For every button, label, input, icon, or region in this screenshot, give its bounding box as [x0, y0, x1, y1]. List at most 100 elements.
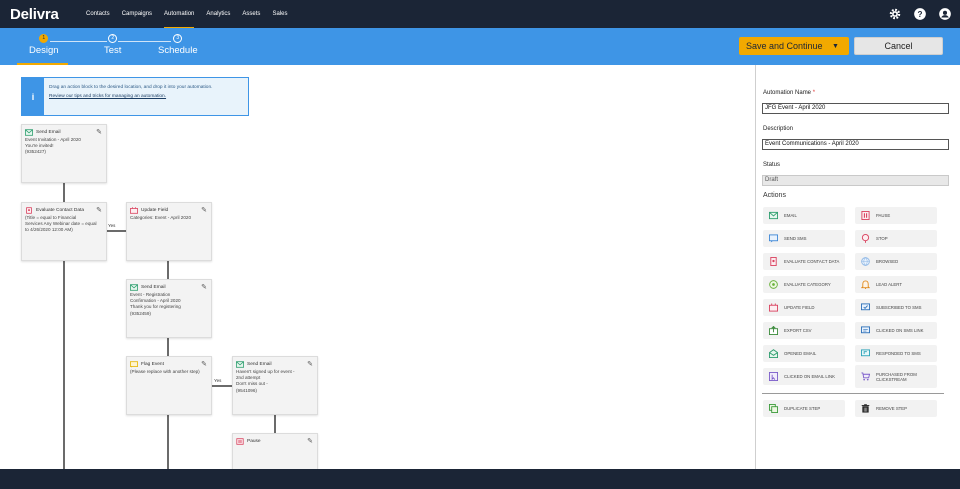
- status-field: Draft: [762, 175, 949, 186]
- node-title: Send Email: [36, 130, 61, 135]
- update-field-icon: [130, 207, 138, 214]
- edit-pencil-icon[interactable]: ✎: [201, 283, 207, 291]
- action-evaluate-contact-data[interactable]: EVALUATE CONTACT DATA: [763, 253, 845, 270]
- edit-pencil-icon[interactable]: ✎: [96, 206, 102, 214]
- action-purchased-from-clickstream[interactable]: PURCHASED FROM CLICKSTREAM: [855, 365, 937, 388]
- nav-assets[interactable]: Assets: [242, 0, 260, 28]
- node-flag-event[interactable]: Flag Event (Please replace with another …: [126, 356, 212, 415]
- step-schedule[interactable]: 3 Schedule: [158, 34, 198, 56]
- nav-analytics[interactable]: Analytics: [206, 0, 230, 28]
- action-label: EVALUATE CONTACT DATA: [784, 259, 840, 264]
- edit-pencil-icon[interactable]: ✎: [96, 128, 102, 136]
- action-responded-to-sms[interactable]: RESPONDED TO SMS: [855, 345, 937, 362]
- step-test[interactable]: 2 Test: [104, 34, 121, 56]
- yes-label: Yes: [108, 223, 116, 228]
- action-opened-email[interactable]: OPENED EMAIL: [763, 345, 845, 362]
- actions-heading: Actions: [763, 192, 786, 199]
- email-icon: [25, 129, 33, 136]
- automation-canvas[interactable]: i Drag an action block to the desired lo…: [0, 65, 755, 469]
- flow-connector: [107, 230, 126, 232]
- node-line: Categories: Event - April 2020: [130, 215, 192, 220]
- action-pause[interactable]: PAUSE: [855, 207, 937, 224]
- user-icon[interactable]: [937, 6, 952, 21]
- automation-name-field[interactable]: JFG Event - April 2020: [762, 103, 949, 114]
- yes-label: Yes: [214, 378, 222, 383]
- svg-text:?: ?: [917, 9, 922, 18]
- gear-icon[interactable]: [887, 6, 902, 21]
- globe-icon: [861, 257, 870, 266]
- action-evaluate-category[interactable]: EVALUATE CATEGORY: [763, 276, 845, 293]
- email-icon: [769, 211, 778, 220]
- node-title: Update Field: [141, 208, 169, 213]
- remove-step-button[interactable]: REMOVE STEP: [855, 400, 937, 417]
- description-field[interactable]: Event Communications - April 2020: [762, 139, 949, 150]
- node-line: (9541096): [236, 387, 257, 393]
- save-label: Save and Continue: [746, 41, 823, 51]
- nav-sales[interactable]: Sales: [272, 0, 287, 28]
- flag-icon: [130, 361, 138, 368]
- label-text: Automation Name: [763, 90, 812, 96]
- node-evaluate-contact-data[interactable]: Evaluate Contact Data (Title = equal to …: [21, 202, 107, 261]
- action-label: EXPORT CSV: [784, 328, 812, 333]
- required-marker: *: [812, 90, 816, 96]
- delivra-logo[interactable]: Delivra: [10, 6, 74, 23]
- step-design[interactable]: 1 Design: [29, 34, 59, 56]
- edit-pencil-icon[interactable]: ✎: [201, 360, 207, 368]
- node-line: to 4/26/2020 12:00 AM): [25, 227, 73, 233]
- node-send-email-second-attempt[interactable]: Send Email Haven't signed up for event -…: [232, 356, 318, 415]
- node-send-email-invitation[interactable]: Send Email Event Invitation - April 2020…: [21, 124, 107, 183]
- action-browsed[interactable]: BROWSED: [855, 253, 937, 270]
- node-update-field[interactable]: Update Field Categories: Event - April 2…: [126, 202, 212, 261]
- actions-divider: [762, 393, 944, 394]
- node-send-email-confirmation[interactable]: Send Email Event - Registration Confirma…: [126, 279, 212, 338]
- nav-automation[interactable]: Automation: [164, 0, 195, 28]
- action-clicked-on-sms-link[interactable]: CLICKED ON SMS LINK: [855, 322, 937, 339]
- chevron-down-icon[interactable]: ▼: [832, 43, 839, 50]
- step-label: Schedule: [158, 45, 198, 56]
- nav-campaigns[interactable]: Campaigns: [122, 0, 152, 28]
- sms-link-icon: [861, 326, 870, 334]
- category-icon: [769, 280, 778, 289]
- action-label: SUBSCRIBED TO SMS: [876, 305, 922, 310]
- save-and-continue-button[interactable]: Save and Continue ▼: [739, 37, 849, 55]
- info-icon: i: [22, 78, 44, 115]
- action-label: CLICKED ON EMAIL LINK: [784, 374, 835, 379]
- properties-panel: Automation Name * JFG Event - April 2020…: [755, 65, 960, 469]
- nav-contacts[interactable]: Contacts: [86, 0, 110, 28]
- node-line: (9352459): [130, 310, 151, 316]
- cancel-button[interactable]: Cancel: [854, 37, 943, 55]
- help-icon[interactable]: ?: [912, 6, 927, 21]
- bell-icon: [861, 280, 870, 289]
- info-banner: i Drag an action block to the desired lo…: [21, 77, 249, 116]
- edit-pencil-icon[interactable]: ✎: [307, 437, 313, 445]
- sms-reply-icon: [861, 349, 870, 357]
- automation-name-label: Automation Name *: [763, 90, 815, 96]
- duplicate-step-button[interactable]: DUPLICATE STEP: [763, 400, 845, 417]
- cart-icon: [861, 372, 870, 381]
- action-label: STOP: [876, 236, 888, 241]
- action-send-sms[interactable]: SEND SMS: [763, 230, 845, 247]
- action-email[interactable]: EMAIL: [763, 207, 845, 224]
- action-export-csv[interactable]: EXPORT CSV: [763, 322, 845, 339]
- export-icon: [769, 326, 778, 335]
- action-lead-alert[interactable]: LEAD ALERT: [855, 276, 937, 293]
- flow-connector: [63, 183, 65, 203]
- action-clicked-email-link[interactable]: CLICKED ON EMAIL LINK: [763, 368, 845, 385]
- node-pause[interactable]: Pause ✎: [232, 433, 318, 469]
- node-title: Evaluate Contact Data: [36, 208, 84, 213]
- node-title: Send Email: [141, 285, 166, 290]
- action-label: DUPLICATE STEP: [784, 406, 821, 411]
- stop-icon: [861, 234, 870, 243]
- top-navigation: Delivra Contacts Campaigns Automation An…: [0, 0, 960, 28]
- email-icon: [236, 361, 244, 368]
- edit-pencil-icon[interactable]: ✎: [201, 206, 207, 214]
- action-stop[interactable]: STOP: [855, 230, 937, 247]
- action-label: OPENED EMAIL: [784, 351, 817, 356]
- edit-pencil-icon[interactable]: ✎: [307, 360, 313, 368]
- email-icon: [130, 284, 138, 291]
- step-label: Test: [104, 45, 122, 56]
- action-update-field[interactable]: UPDATE FIELD: [763, 299, 845, 316]
- tips-link[interactable]: Review our tips and tricks for managing …: [49, 92, 212, 101]
- opened-email-icon: [769, 349, 778, 358]
- action-subscribed-to-sms[interactable]: SUBSCRIBED TO SMS: [855, 299, 937, 316]
